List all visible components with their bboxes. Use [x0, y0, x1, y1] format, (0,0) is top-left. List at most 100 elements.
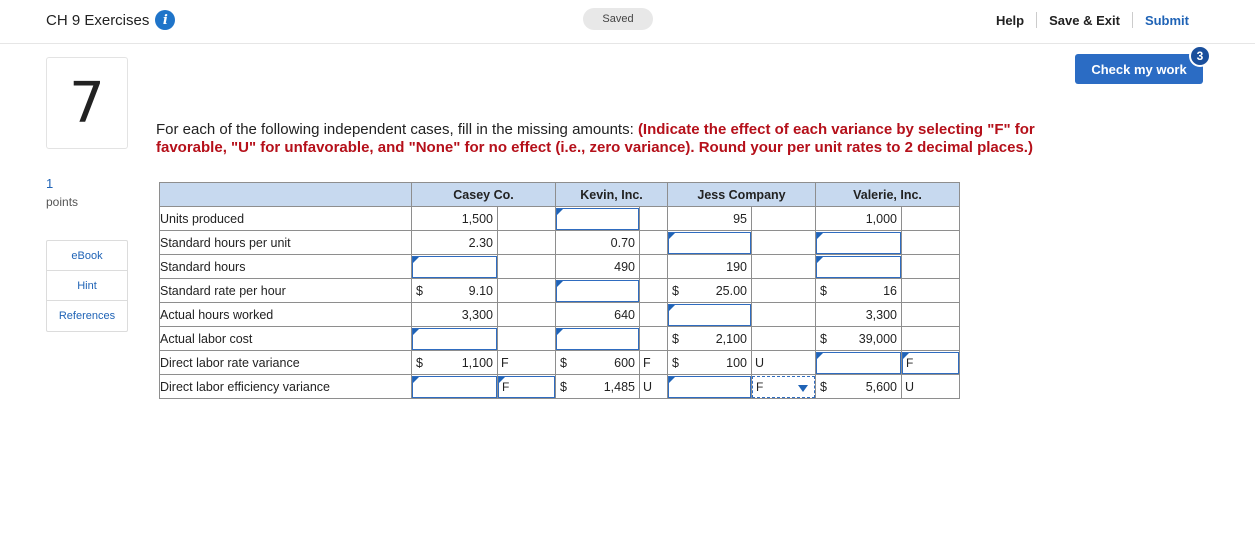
amount-number: 39,000 — [858, 331, 897, 346]
row-label: Units produced — [159, 206, 412, 231]
instructions-text: For each of the following independent ca… — [156, 121, 638, 138]
amount-number: 16 — [883, 283, 897, 298]
amount-number: 95 — [733, 211, 747, 226]
top-bar: CH 9 Exercises i Saved Help Save & Exit … — [0, 0, 1255, 44]
amount-input-field[interactable] — [816, 255, 901, 278]
kevin-amount-cell: 640 — [555, 302, 640, 327]
amount-number: 100 — [726, 355, 747, 370]
row-label: Standard hours per unit — [159, 230, 412, 255]
amount-input-field[interactable] — [412, 375, 497, 398]
table-row: Direct labor rate variance $1,100 F $600 F $1… — [159, 350, 960, 375]
points-value: 1 — [46, 176, 54, 191]
amount-input-field[interactable] — [412, 255, 497, 278]
dollar-sign: $ — [416, 355, 423, 370]
question-instructions: For each of the following independent ca… — [156, 121, 1096, 157]
valerie-amount-input[interactable] — [815, 230, 902, 255]
amount-input-field[interactable] — [556, 279, 639, 302]
kevin-amount-cell: $600 — [555, 350, 640, 375]
casey-amount-input[interactable] — [411, 374, 498, 399]
valerie-effect-select[interactable]: F — [901, 350, 960, 375]
kevin-effect-cell: U — [639, 374, 668, 399]
dollar-sign: $ — [560, 355, 567, 370]
amount-number: 3,300 — [865, 307, 897, 322]
valerie-effect-cell — [901, 206, 960, 231]
valerie-amount-input[interactable] — [815, 350, 902, 375]
save-exit-link[interactable]: Save & Exit — [1037, 13, 1132, 28]
valerie-amount-cell: 1,000 — [815, 206, 902, 231]
amount-value: $600 — [556, 356, 639, 370]
info-icon[interactable]: i — [155, 10, 176, 30]
amount-value: $5,600 — [816, 380, 901, 394]
valerie-amount-cell: $39,000 — [815, 326, 902, 351]
col-header-valerie: Valerie, Inc. — [815, 182, 960, 207]
table-row: Units produced 1,500 95 1,000 — [159, 206, 960, 231]
amount-number: 1,000 — [865, 211, 897, 226]
effect-dropdown[interactable]: F — [902, 351, 959, 374]
amount-value: $25.00 — [668, 284, 751, 298]
jess-effect-cell — [751, 206, 816, 231]
valerie-amount-input[interactable] — [815, 254, 902, 279]
valerie-effect-cell — [901, 326, 960, 351]
amount-input-field[interactable] — [556, 327, 639, 350]
kevin-amount-cell: 490 — [555, 254, 640, 279]
hint-link[interactable]: Hint — [47, 271, 127, 301]
points-label: points — [46, 195, 79, 209]
amount-value: 0.70 — [556, 236, 639, 250]
references-link[interactable]: References — [47, 301, 127, 331]
casey-amount-input[interactable] — [411, 254, 498, 279]
kevin-amount-input[interactable] — [555, 278, 640, 303]
table-row: Direct labor efficiency variance F $1,485 U… — [159, 374, 960, 399]
valerie-amount-cell: 3,300 — [815, 302, 902, 327]
amount-input-field[interactable] — [412, 327, 497, 350]
effect-dropdown[interactable]: F — [498, 375, 555, 398]
amount-input-field[interactable] — [668, 303, 751, 326]
amount-input-field[interactable] — [668, 375, 751, 398]
casey-amount-input[interactable] — [411, 326, 498, 351]
kevin-amount-input[interactable] — [555, 206, 640, 231]
valerie-effect-cell: U — [901, 374, 960, 399]
amount-number: 25.00 — [715, 283, 747, 298]
jess-amount-input[interactable] — [667, 302, 752, 327]
jess-effect-cell: U — [751, 350, 816, 375]
jess-effect-cell — [751, 254, 816, 279]
ebook-link[interactable]: eBook — [47, 241, 127, 271]
amount-value: 1,000 — [816, 212, 901, 226]
amount-input-field[interactable] — [816, 351, 901, 374]
col-header-jess: Jess Company — [667, 182, 816, 207]
kevin-effect-cell — [639, 278, 668, 303]
amount-input-field[interactable] — [556, 207, 639, 230]
kevin-amount-input[interactable] — [555, 326, 640, 351]
amount-number: 640 — [614, 307, 635, 322]
amount-value: 2.30 — [412, 236, 497, 250]
jess-effect-cell — [751, 230, 816, 255]
jess-amount-cell: 190 — [667, 254, 752, 279]
kevin-effect-cell: F — [639, 350, 668, 375]
casey-effect-cell: F — [497, 350, 556, 375]
amount-number: 1,500 — [461, 211, 493, 226]
jess-amount-input[interactable] — [667, 374, 752, 399]
casey-amount-cell: 1,500 — [411, 206, 498, 231]
casey-effect-cell — [497, 326, 556, 351]
saved-status: Saved — [583, 8, 653, 30]
amount-input-field[interactable] — [668, 231, 751, 254]
kevin-effect-cell — [639, 302, 668, 327]
amount-value: 3,300 — [412, 308, 497, 322]
jess-amount-input[interactable] — [667, 230, 752, 255]
check-my-work-button[interactable]: Check my work — [1075, 54, 1203, 84]
effect-selected-value: F — [502, 379, 510, 394]
variance-table: Casey Co. Kevin, Inc. Jess Company Valer… — [159, 182, 960, 399]
jess-effect-select[interactable]: F — [751, 374, 816, 399]
casey-amount-cell: $9.10 — [411, 278, 498, 303]
valerie-amount-cell: $5,600 — [815, 374, 902, 399]
amount-number: 5,600 — [865, 379, 897, 394]
casey-effect-select[interactable]: F — [497, 374, 556, 399]
amount-input-field[interactable] — [816, 231, 901, 254]
amount-number: 9.10 — [468, 283, 493, 298]
effect-dropdown[interactable]: F — [752, 375, 815, 398]
amount-number: 190 — [726, 259, 747, 274]
help-link[interactable]: Help — [984, 13, 1036, 28]
chevron-down-icon[interactable] — [798, 384, 808, 392]
dollar-sign: $ — [416, 283, 423, 298]
kevin-amount-cell: 0.70 — [555, 230, 640, 255]
submit-link[interactable]: Submit — [1133, 13, 1201, 28]
